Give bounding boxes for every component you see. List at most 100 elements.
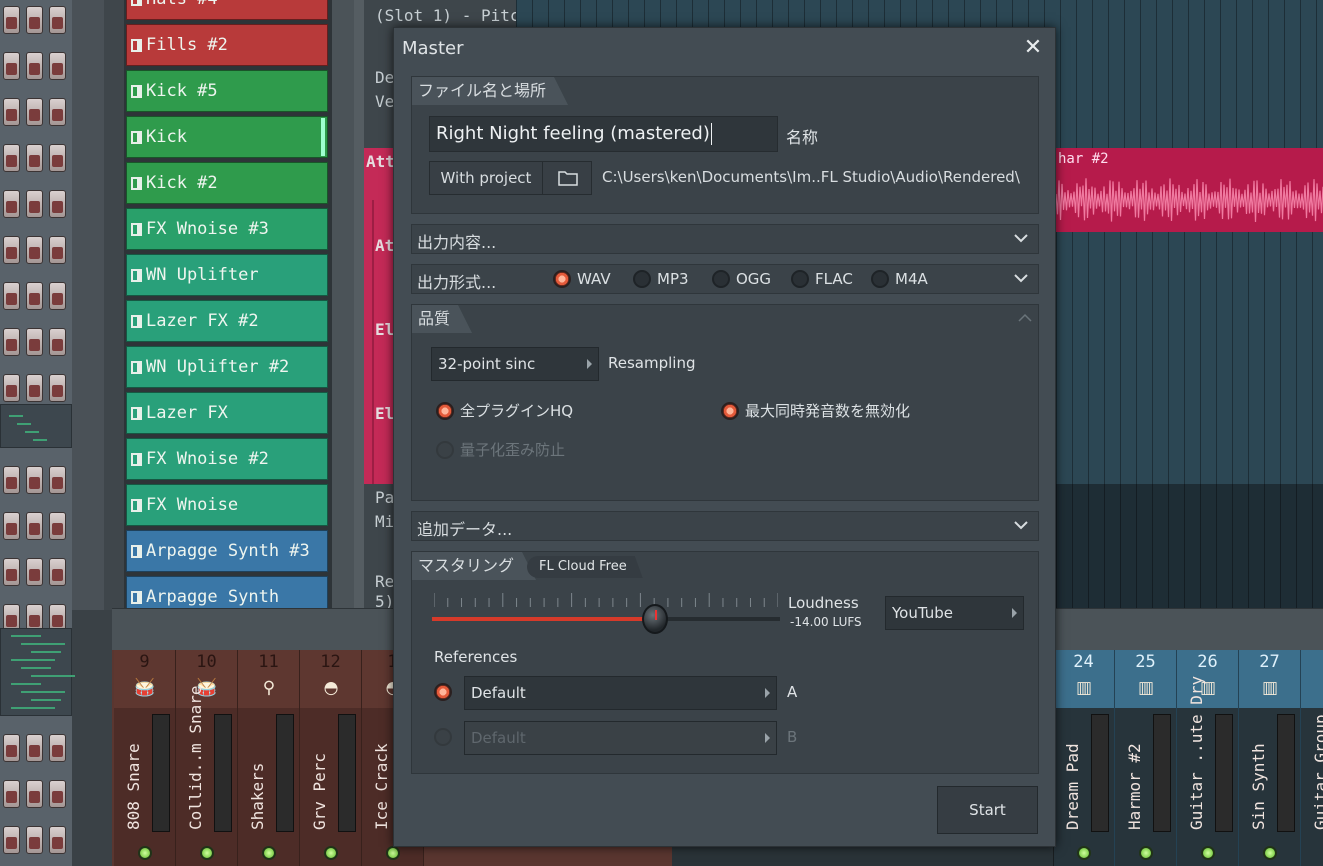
mixer-track-enable-led[interactable] [1201,846,1215,860]
channel-button[interactable]: Fills #2 [126,24,328,66]
mastering-preset-select[interactable]: YouTube [885,596,1024,630]
step-button[interactable] [49,558,66,586]
channel-button[interactable]: Kick [126,116,328,158]
channel-button[interactable]: Lazer FX [126,392,328,434]
mixer-track[interactable]: 9 🥁 808 Snare [114,650,176,866]
format-flac-radio[interactable]: FLAC [791,270,853,288]
step-button[interactable] [26,328,43,356]
step-button[interactable] [26,282,43,310]
start-button[interactable]: Start [937,786,1038,834]
mixer-track-enable-led[interactable] [1263,846,1277,860]
step-button[interactable] [3,144,20,172]
mixer-track-enable-led[interactable] [262,846,276,860]
mixer-track[interactable]: 12 ◓ Grv Perc [300,650,362,866]
chevron-down-icon[interactable] [1012,229,1030,247]
format-wav-radio[interactable]: WAV [553,270,611,288]
extra-data-section[interactable]: 追加データ... [411,511,1039,541]
mixer-track-enable-led[interactable] [324,846,338,860]
channel-button[interactable]: FX Wnoise #3 [126,208,328,250]
step-button[interactable] [49,282,66,310]
step-button[interactable] [3,98,20,126]
step-button[interactable] [49,780,66,808]
mixer-track-meter[interactable] [1277,714,1295,832]
channel-button[interactable]: WN Uplifter #2 [126,346,328,388]
reference-a-radio[interactable] [434,683,452,701]
with-project-button[interactable]: With project [429,161,543,195]
mixer-track[interactable]: 11 ⚲ Shakers [238,650,300,866]
step-button[interactable] [26,190,43,218]
step-button[interactable] [49,374,66,402]
step-button[interactable] [3,282,20,310]
mixer-track-meter[interactable] [338,714,356,832]
step-button[interactable] [26,98,43,126]
mixer-track[interactable]: 24 ▥ Dream Pad [1053,650,1115,866]
step-button[interactable] [3,558,20,586]
mixer-track-enable-led[interactable] [200,846,214,860]
mixer-track[interactable]: ▥Guitar Group [1301,650,1323,866]
step-button[interactable] [3,512,20,540]
chevron-down-icon[interactable] [1012,269,1030,287]
mixer-track[interactable]: 27 ▥ Sin Synth [1239,650,1301,866]
mixer-track-enable-led[interactable] [1139,846,1153,860]
reference-a-select[interactable]: Default [464,676,777,710]
loudness-slider-knob[interactable] [641,604,668,634]
step-button[interactable] [26,558,43,586]
step-button[interactable] [3,52,20,80]
close-icon[interactable]: ✕ [1021,36,1045,60]
mixer-track-meter[interactable] [1153,714,1171,832]
browse-folder-button[interactable] [542,161,592,195]
step-button[interactable] [3,236,20,264]
channel-button[interactable]: Hats #4 [126,0,328,20]
loudness-slider-track[interactable] [432,617,780,621]
channel-button[interactable]: Lazer FX #2 [126,300,328,342]
channel-button[interactable]: Arpagge Synth #3 [126,530,328,572]
step-button[interactable] [49,236,66,264]
step-button[interactable] [49,466,66,494]
step-button[interactable] [26,466,43,494]
channel-button[interactable]: Kick #2 [126,162,328,204]
step-button[interactable] [49,734,66,762]
step-button[interactable] [26,6,43,34]
mixer-track-enable-led[interactable] [1077,846,1091,860]
step-button[interactable] [26,512,43,540]
step-button[interactable] [26,826,43,854]
step-button[interactable] [3,826,20,854]
mixer-track-enable-led[interactable] [386,846,400,860]
disable-max-polyphony-toggle[interactable]: 最大同時発音数を無効化 [721,400,910,421]
step-graph-large[interactable] [0,628,75,716]
step-button[interactable] [3,374,20,402]
step-button[interactable] [26,144,43,172]
step-button[interactable] [49,826,66,854]
step-button[interactable] [49,144,66,172]
step-button[interactable] [49,190,66,218]
step-button[interactable] [49,6,66,34]
mixer-track-enable-led[interactable] [138,846,152,860]
step-graph-small[interactable] [0,404,72,448]
format-mp3-radio[interactable]: MP3 [633,270,689,288]
step-button[interactable] [49,328,66,356]
playlist-grid-lower[interactable] [1056,232,1323,484]
mixer-track[interactable]: 10 🥁 Collid..m Snare [176,650,238,866]
mixer-track-meter[interactable] [1215,714,1233,832]
step-button[interactable] [26,236,43,264]
channel-button[interactable]: FX Wnoise #2 [126,438,328,480]
file-name-input[interactable]: Right Night feeling (mastered) [429,116,778,152]
output-content-section[interactable]: 出力内容... [411,224,1039,254]
step-button[interactable] [3,328,20,356]
step-button[interactable] [3,734,20,762]
resampling-select[interactable]: 32-point sinc [431,347,599,381]
mixer-track-meter[interactable] [276,714,294,832]
step-button[interactable] [3,6,20,34]
playlist-grid-dark[interactable] [1056,484,1323,610]
hq-all-plugins-toggle[interactable]: 全プラグインHQ [436,400,573,421]
step-button[interactable] [26,52,43,80]
chevron-down-icon[interactable] [1012,516,1030,534]
step-button[interactable] [3,190,20,218]
mixer-track[interactable]: 26 ▥ Guitar ..ute Dry [1177,650,1239,866]
channel-button[interactable]: Kick #5 [126,70,328,112]
chevron-up-icon[interactable] [1016,309,1034,327]
format-ogg-radio[interactable]: OGG [712,270,771,288]
channel-button[interactable]: WN Uplifter [126,254,328,296]
mixer-track-meter[interactable] [152,714,170,832]
step-button[interactable] [26,374,43,402]
